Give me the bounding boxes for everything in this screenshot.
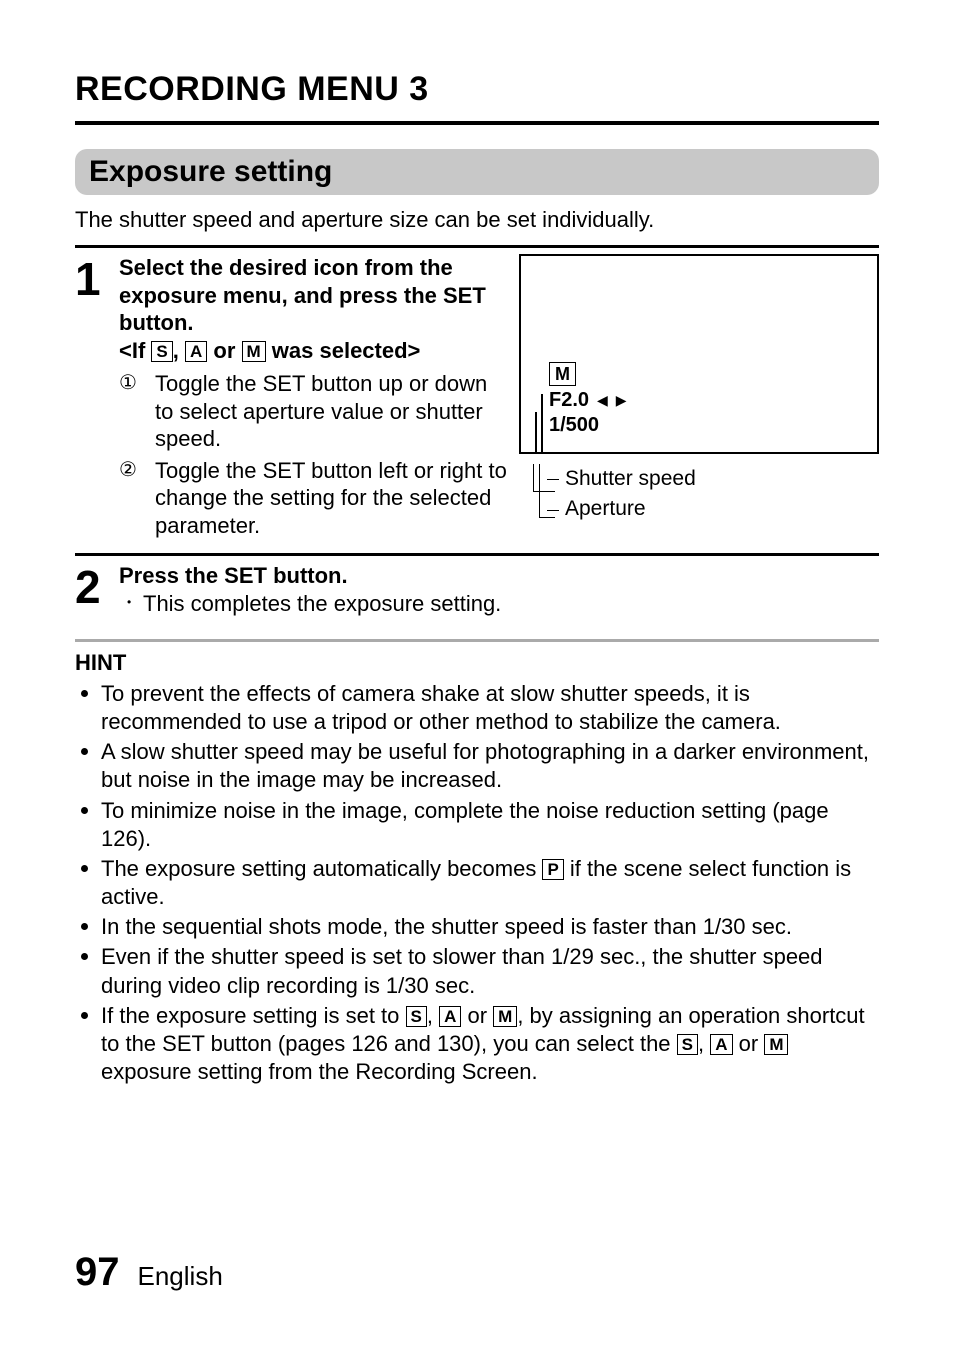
nav-arrows-icon: ◀ ▶	[597, 392, 628, 410]
section-title: Exposure setting	[75, 149, 879, 195]
divider	[75, 553, 879, 556]
lcd-shutter-value: 1/500	[549, 413, 628, 438]
step2-heading: Press the SET button.	[119, 562, 879, 590]
lcd-screen: M F2.0 ◀ ▶ 1/500	[519, 254, 879, 454]
step1-sub1: ① Toggle the SET button up or down to se…	[119, 370, 509, 453]
hint7-c: or	[461, 1003, 493, 1028]
step1-sub2: ② Toggle the SET button left or right to…	[119, 457, 509, 540]
lcd-figure: M F2.0 ◀ ▶ 1/500 Shutter sp	[519, 254, 879, 543]
hint7-f: or	[733, 1031, 765, 1056]
hint-list: To prevent the effects of camera shake a…	[75, 680, 879, 1086]
step-number-1: 1	[75, 254, 119, 302]
hint-item-7: If the exposure setting is set to S, A o…	[75, 1002, 879, 1086]
page-language: English	[138, 1261, 223, 1292]
cond-prefix: <If	[119, 338, 151, 363]
hint-item-6: Even if the shutter speed is set to slow…	[75, 943, 879, 999]
page-number: 97	[75, 1250, 120, 1295]
step-1: 1 Select the desired icon from the expos…	[75, 254, 879, 543]
hint7-g: exposure setting from the Recording Scre…	[101, 1059, 538, 1084]
cond-mid2: or	[207, 338, 241, 363]
mode-m-icon: M	[764, 1034, 788, 1056]
step1-heading: Select the desired icon from the exposur…	[119, 254, 509, 337]
page-footer: 97 English	[75, 1250, 223, 1295]
mode-a-icon: A	[710, 1034, 732, 1056]
mode-m-icon: M	[493, 1006, 517, 1028]
mode-s-icon: S	[406, 1006, 427, 1028]
step2-bullet: This completes the exposure setting.	[119, 590, 879, 618]
divider	[75, 245, 879, 248]
mode-s-icon: S	[677, 1034, 698, 1056]
mode-s-icon: S	[151, 341, 172, 363]
mode-a-icon: A	[439, 1006, 461, 1028]
hint7-b: ,	[427, 1003, 439, 1028]
callout-aperture-label: Aperture	[565, 494, 879, 524]
hint-item-2: A slow shutter speed may be useful for p…	[75, 738, 879, 794]
mode-m-icon: M	[242, 341, 266, 363]
hint-divider	[75, 639, 879, 642]
intro-text: The shutter speed and aperture size can …	[75, 207, 879, 233]
hint7-a: If the exposure setting is set to	[101, 1003, 406, 1028]
hint-title: HINT	[75, 650, 879, 676]
hint-item-1: To prevent the effects of camera shake a…	[75, 680, 879, 736]
step1-sub1-text: Toggle the SET button up or down to sele…	[155, 371, 487, 451]
lcd-mode-m-icon: M	[549, 362, 576, 387]
callout-shutter-label: Shutter speed	[565, 464, 879, 494]
step-number-2: 2	[75, 562, 119, 610]
step1-sub2-text: Toggle the SET button left or right to c…	[155, 458, 507, 538]
circled-2-icon: ②	[119, 458, 137, 483]
hint7-e: ,	[698, 1031, 710, 1056]
mode-p-icon: P	[542, 859, 563, 881]
cond-suffix: was selected>	[266, 338, 421, 363]
hint4-a: The exposure setting automatically becom…	[101, 856, 542, 881]
mode-a-icon: A	[185, 341, 207, 363]
step1-condition: <If S, A or M was selected>	[119, 337, 509, 365]
circled-1-icon: ①	[119, 371, 137, 396]
hint-item-4: The exposure setting automatically becom…	[75, 855, 879, 911]
lcd-aperture-value: F2.0	[549, 388, 589, 413]
page-title: RECORDING MENU 3	[75, 70, 879, 125]
step-2: 2 Press the SET button. This completes t…	[75, 562, 879, 619]
hint-item-5: In the sequential shots mode, the shutte…	[75, 913, 879, 941]
cond-mid1: ,	[173, 338, 185, 363]
hint-item-3: To minimize noise in the image, complete…	[75, 797, 879, 853]
